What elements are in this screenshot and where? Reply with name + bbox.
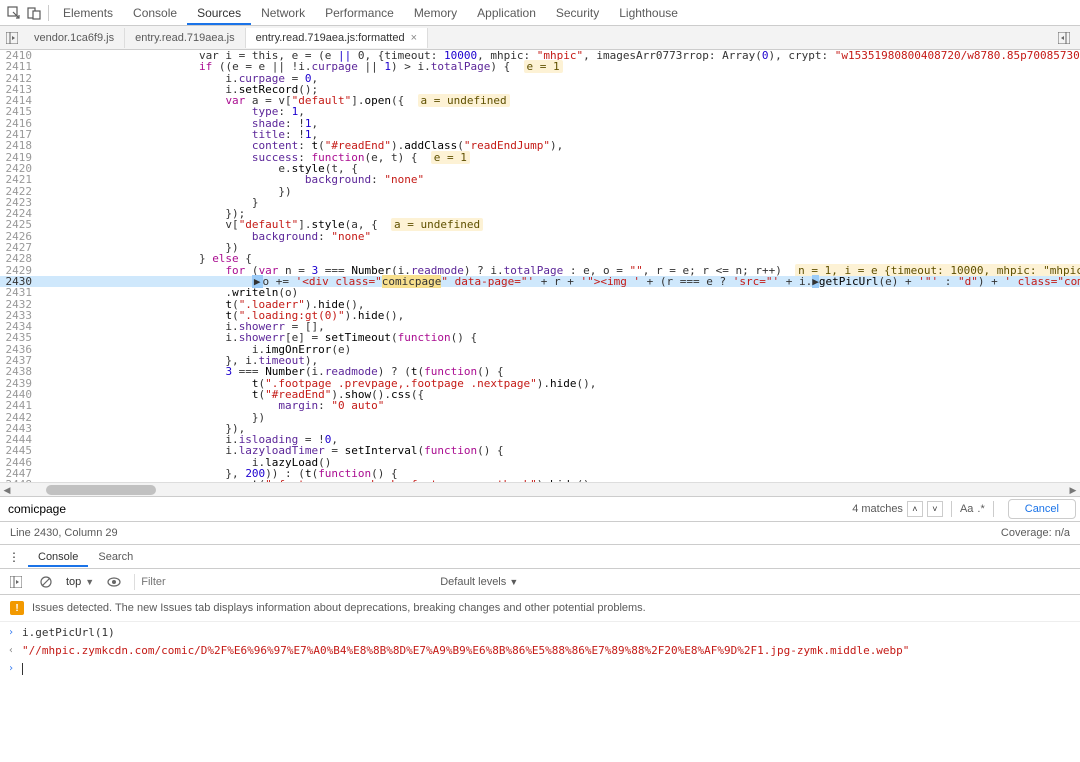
cursor-position: Line 2430, Column 29 bbox=[10, 527, 118, 539]
main-tab-network[interactable]: Network bbox=[251, 1, 315, 25]
console-context-select[interactable]: top ▼ bbox=[66, 576, 94, 588]
file-tab[interactable]: entry.read.719aea.js:formatted× bbox=[246, 28, 428, 48]
code-editor[interactable]: 2410 var i = this, e = (e || 0, {timeout… bbox=[0, 50, 1080, 496]
clear-console-icon[interactable] bbox=[36, 572, 56, 592]
line-number[interactable]: 2431 bbox=[0, 287, 40, 298]
issues-message: Issues detected. The new Issues tab disp… bbox=[32, 602, 646, 614]
file-tab[interactable]: entry.read.719aea.js bbox=[125, 28, 245, 48]
line-number[interactable]: 2421 bbox=[0, 174, 40, 185]
regex-toggle[interactable]: .* bbox=[977, 503, 984, 515]
line-number[interactable]: 2438 bbox=[0, 366, 40, 377]
search-cancel-button[interactable]: Cancel bbox=[1008, 499, 1076, 519]
inspect-icon[interactable] bbox=[4, 3, 24, 23]
main-tab-security[interactable]: Security bbox=[546, 1, 609, 25]
console-sidebar-toggle-icon[interactable] bbox=[6, 572, 26, 592]
drawer-menu-icon[interactable]: ⋮ bbox=[4, 547, 24, 567]
search-match-count: 4 matches bbox=[852, 503, 903, 515]
close-icon[interactable]: × bbox=[411, 32, 417, 44]
line-number[interactable]: 2441 bbox=[0, 400, 40, 411]
main-tab-memory[interactable]: Memory bbox=[404, 1, 467, 25]
console-filter-input[interactable] bbox=[134, 574, 434, 590]
main-tab-elements[interactable]: Elements bbox=[53, 1, 123, 25]
main-tab-sources[interactable]: Sources bbox=[187, 1, 251, 25]
main-tab-console[interactable]: Console bbox=[123, 1, 187, 25]
search-input[interactable] bbox=[4, 499, 848, 519]
main-tab-application[interactable]: Application bbox=[467, 1, 546, 25]
log-levels-select[interactable]: Default levels ▼ bbox=[440, 576, 518, 588]
console-output[interactable]: ›i.getPicUrl(1)‹"//mhpic.zymkcdn.com/com… bbox=[0, 622, 1080, 680]
navigator-toggle-icon[interactable] bbox=[2, 28, 22, 48]
main-tab-performance[interactable]: Performance bbox=[315, 1, 404, 25]
issues-warning-icon: ! bbox=[10, 601, 24, 615]
file-tab[interactable]: vendor.1ca6f9.js bbox=[24, 28, 125, 48]
main-tab-lighthouse[interactable]: Lighthouse bbox=[609, 1, 688, 25]
search-prev-button[interactable]: ˄ bbox=[907, 501, 923, 517]
live-expression-icon[interactable] bbox=[104, 572, 124, 592]
match-case-toggle[interactable]: Aa bbox=[960, 503, 973, 515]
coverage-status: Coverage: n/a bbox=[1001, 527, 1070, 539]
line-number[interactable]: 2428 bbox=[0, 253, 40, 264]
device-toolbar-icon[interactable] bbox=[24, 3, 44, 23]
horizontal-scrollbar[interactable]: ◀ ▶ bbox=[0, 482, 1080, 496]
search-next-button[interactable]: ˅ bbox=[927, 501, 943, 517]
line-number[interactable]: 2418 bbox=[0, 140, 40, 151]
drawer-tab-search[interactable]: Search bbox=[88, 547, 143, 567]
drawer-tab-console[interactable]: Console bbox=[28, 547, 88, 567]
line-number[interactable]: 2411 bbox=[0, 61, 40, 72]
line-number[interactable]: 2445 bbox=[0, 445, 40, 456]
debugger-toggle-icon[interactable] bbox=[1054, 28, 1074, 48]
